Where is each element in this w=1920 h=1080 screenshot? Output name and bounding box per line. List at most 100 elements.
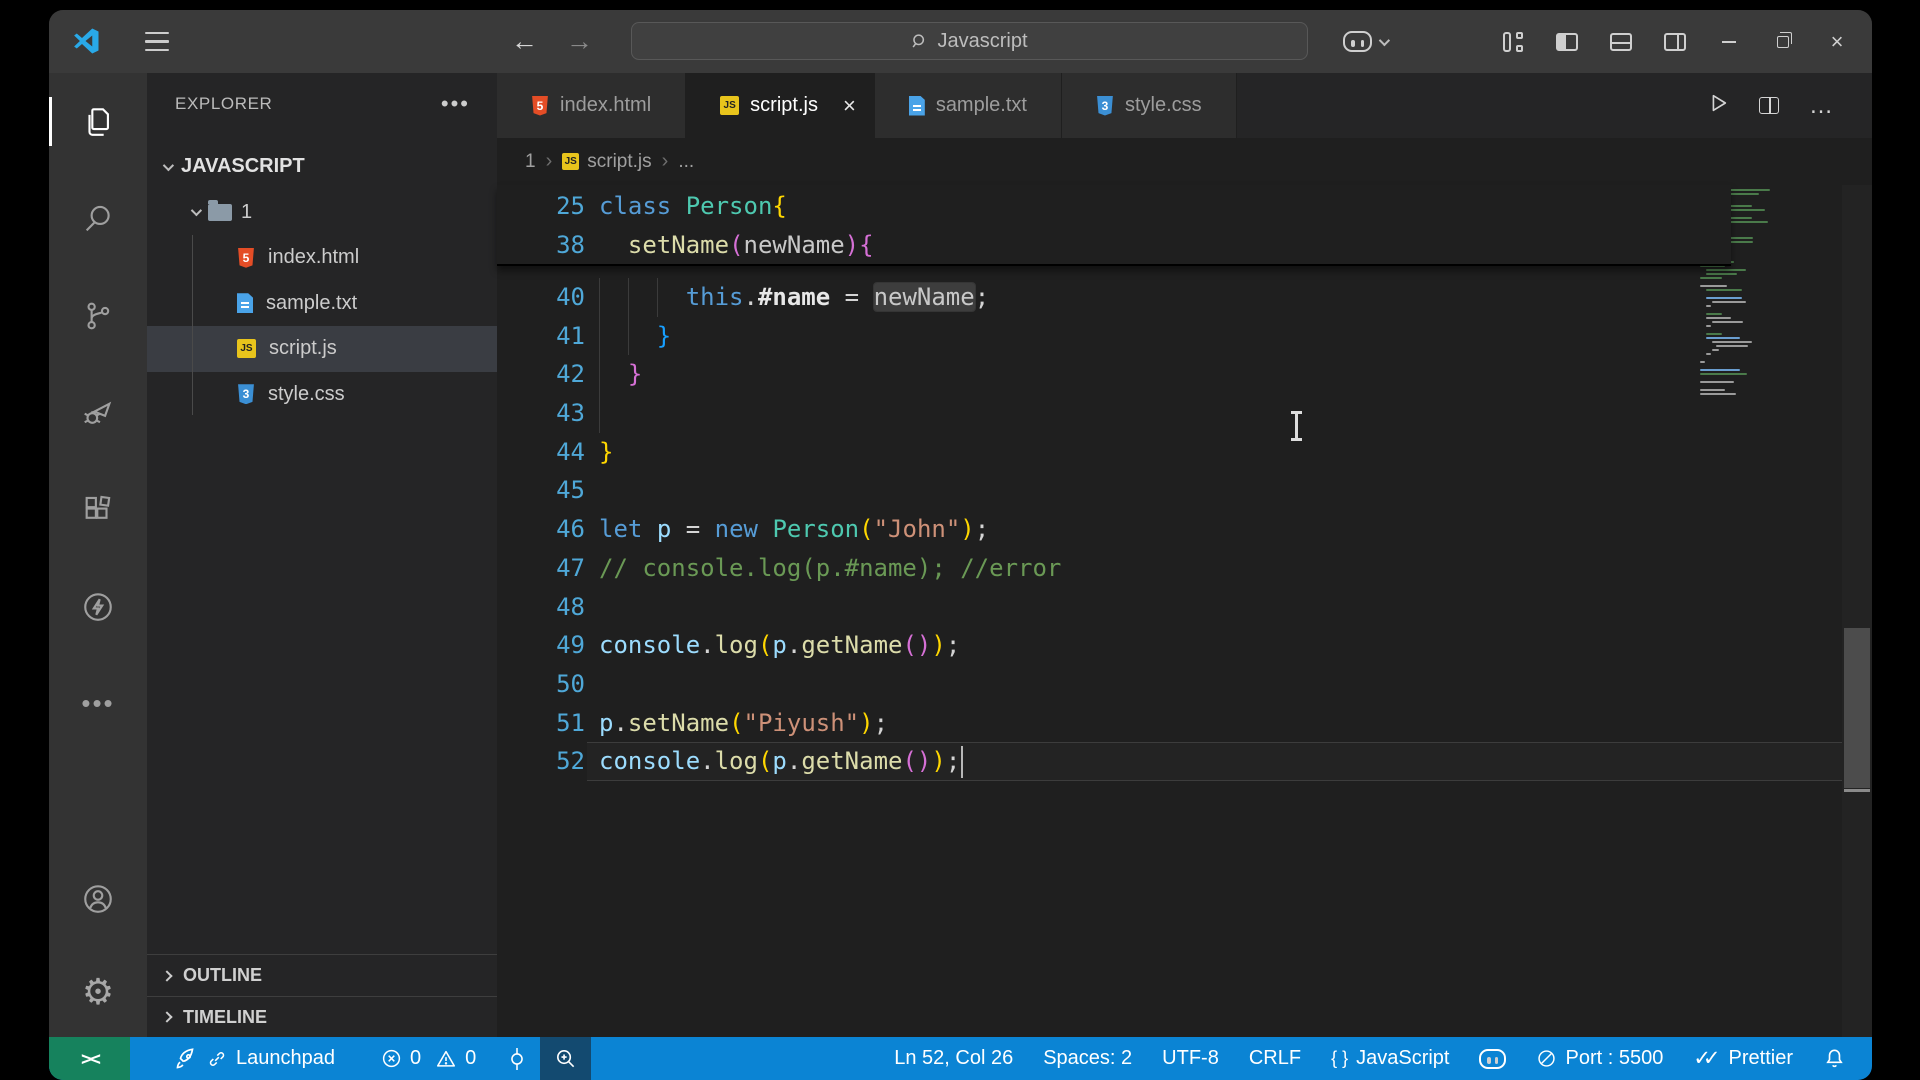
file-item-sample.txt[interactable]: sample.txt bbox=[147, 281, 497, 327]
code-line-44[interactable]: 44} bbox=[497, 433, 1872, 472]
line-number: 41 bbox=[497, 317, 585, 356]
remote-icon: >< bbox=[81, 1048, 98, 1070]
activity-bar: ••• ⚙ bbox=[49, 73, 147, 1037]
tab-sample.txt[interactable]: sample.txt bbox=[875, 73, 1062, 138]
launchpad-button[interactable]: Launchpad bbox=[174, 1047, 335, 1071]
indentation-indicator[interactable]: Spaces: 2 bbox=[1043, 1047, 1132, 1070]
history-nav: ← → bbox=[511, 10, 593, 73]
file-item-script.js[interactable]: JSscript.js bbox=[147, 326, 497, 372]
menu-hamburger-button[interactable] bbox=[145, 32, 169, 51]
command-center-search[interactable]: Javascript bbox=[631, 22, 1308, 60]
tab-label: script.js bbox=[750, 94, 818, 117]
code-line-25[interactable]: 25class Person{ bbox=[497, 187, 1731, 226]
toggle-secondary-sidebar-button[interactable] bbox=[1648, 10, 1702, 73]
code-line-47[interactable]: 47// console.log(p.#name); //error bbox=[497, 549, 1872, 588]
mouse-ibeam-cursor bbox=[1295, 413, 1298, 439]
live-server-port[interactable]: Port : 5500 bbox=[1536, 1047, 1663, 1070]
explorer-more-actions-button[interactable]: ••• bbox=[441, 91, 470, 117]
toggle-primary-sidebar-button[interactable] bbox=[1540, 10, 1594, 73]
code-line-41[interactable]: 41 } bbox=[497, 317, 1872, 356]
line-number: 25 bbox=[497, 187, 585, 226]
code-line-40[interactable]: 40 this.#name = newName; bbox=[497, 278, 1872, 317]
code-line-49[interactable]: 49console.log(p.getName()); bbox=[497, 626, 1872, 665]
code-line-48[interactable]: 48 bbox=[497, 588, 1872, 627]
screencast-toggle[interactable] bbox=[506, 1046, 528, 1072]
language-mode[interactable]: { } JavaScript bbox=[1331, 1047, 1449, 1070]
activitybar-account[interactable] bbox=[49, 850, 147, 947]
breadcrumb-item[interactable]: 1 bbox=[525, 151, 536, 173]
search-placeholder: Javascript bbox=[937, 30, 1027, 53]
customize-layout-button[interactable] bbox=[1486, 10, 1540, 73]
encoding-indicator[interactable]: UTF-8 bbox=[1162, 1047, 1219, 1070]
activitybar-more-actions[interactable]: ••• bbox=[49, 655, 147, 752]
activitybar-search[interactable] bbox=[49, 170, 147, 267]
copilot-menu-button[interactable] bbox=[1343, 10, 1387, 73]
breadcrumb-separator: › bbox=[546, 150, 553, 173]
eol-indicator[interactable]: CRLF bbox=[1249, 1047, 1301, 1070]
line-number: 45 bbox=[497, 471, 585, 510]
code-line-51[interactable]: 51p.setName("Piyush"); bbox=[497, 704, 1872, 743]
code-line-45[interactable]: 45 bbox=[497, 471, 1872, 510]
cursor-position[interactable]: Ln 52, Col 26 bbox=[894, 1047, 1013, 1070]
line-number: 50 bbox=[497, 665, 585, 704]
split-editor-button[interactable] bbox=[1759, 97, 1779, 114]
sidebar-right-icon bbox=[1664, 33, 1686, 51]
tab-style.css[interactable]: 3style.css bbox=[1062, 73, 1237, 138]
toggle-panel-button[interactable] bbox=[1594, 10, 1648, 73]
code-line-42[interactable]: 42 } bbox=[497, 355, 1872, 394]
prettier-status[interactable]: ✓✓ Prettier bbox=[1693, 1046, 1793, 1071]
tab-close-icon[interactable]: × bbox=[843, 93, 856, 119]
folder-label: 1 bbox=[241, 201, 252, 224]
window-restore-button[interactable] bbox=[1756, 10, 1810, 73]
code-line-46[interactable]: 46let p = new Person("John"); bbox=[497, 510, 1872, 549]
editor-more-actions-button[interactable]: … bbox=[1809, 92, 1834, 120]
window-minimize-button[interactable] bbox=[1702, 10, 1756, 73]
line-number: 47 bbox=[497, 549, 585, 588]
activitybar-run-debug[interactable] bbox=[49, 364, 147, 461]
css-file-icon: 3 bbox=[1096, 96, 1114, 116]
sticky-scroll: 25class Person{38 setName(newName){ bbox=[497, 185, 1731, 266]
code-line-50[interactable]: 50 bbox=[497, 665, 1872, 704]
chevron-down-icon bbox=[1379, 34, 1390, 45]
tree-folder-1[interactable]: 1 bbox=[147, 190, 497, 236]
outline-section-header[interactable]: OUTLINE bbox=[147, 954, 497, 996]
run-code-button[interactable] bbox=[1707, 92, 1729, 119]
back-arrow-button[interactable]: ← bbox=[511, 28, 538, 55]
tab-index.html[interactable]: 5index.html bbox=[497, 73, 686, 138]
tab-script.js[interactable]: JSscript.js× bbox=[686, 73, 875, 138]
breadcrumb-item[interactable]: JSscript.js bbox=[562, 151, 651, 173]
forward-arrow-button[interactable]: → bbox=[566, 28, 593, 55]
code-editor[interactable]: 40 this.#name = newName;41 }42 }4344}454… bbox=[497, 185, 1872, 1037]
window-close-button[interactable]: × bbox=[1810, 10, 1864, 73]
file-item-style.css[interactable]: 3style.css bbox=[147, 372, 497, 418]
notifications-button[interactable] bbox=[1823, 1047, 1846, 1070]
problems-indicator[interactable]: 0 0 bbox=[381, 1047, 476, 1070]
scrollbar-thumb[interactable] bbox=[1844, 628, 1870, 788]
source-control-icon bbox=[81, 299, 115, 333]
editor-scrollbar[interactable] bbox=[1842, 185, 1872, 1037]
activitybar-explorer[interactable] bbox=[49, 73, 147, 170]
tree-root-javascript[interactable]: JAVASCRIPT bbox=[147, 144, 497, 190]
activitybar-source-control[interactable] bbox=[49, 267, 147, 364]
outline-label: OUTLINE bbox=[183, 965, 262, 986]
zoom-indicator[interactable] bbox=[540, 1037, 591, 1080]
warning-triangle-icon bbox=[435, 1048, 457, 1070]
code-line-38[interactable]: 38 setName(newName){ bbox=[497, 226, 1731, 265]
file-item-index.html[interactable]: 5index.html bbox=[147, 235, 497, 281]
code-line-52[interactable]: 52console.log(p.getName()); bbox=[497, 742, 1872, 781]
txt-file-icon bbox=[909, 96, 925, 116]
remote-indicator[interactable]: >< bbox=[49, 1037, 130, 1080]
code-line-43[interactable]: 43 bbox=[497, 394, 1872, 433]
lightning-circle-icon bbox=[81, 590, 115, 624]
activitybar-live-server[interactable] bbox=[49, 558, 147, 655]
chevron-right-icon bbox=[161, 970, 172, 981]
activitybar-settings[interactable]: ⚙ bbox=[49, 947, 147, 1037]
titlebar-right-controls: × bbox=[1486, 10, 1864, 73]
copilot-status-button[interactable] bbox=[1479, 1049, 1506, 1069]
timeline-section-header[interactable]: TIMELINE bbox=[147, 996, 497, 1037]
explorer-title: EXPLORER bbox=[175, 94, 272, 114]
breadcrumb-item[interactable]: ... bbox=[678, 151, 694, 173]
search-icon bbox=[911, 33, 928, 50]
activitybar-extensions[interactable] bbox=[49, 461, 147, 558]
rocket-icon bbox=[174, 1047, 198, 1071]
